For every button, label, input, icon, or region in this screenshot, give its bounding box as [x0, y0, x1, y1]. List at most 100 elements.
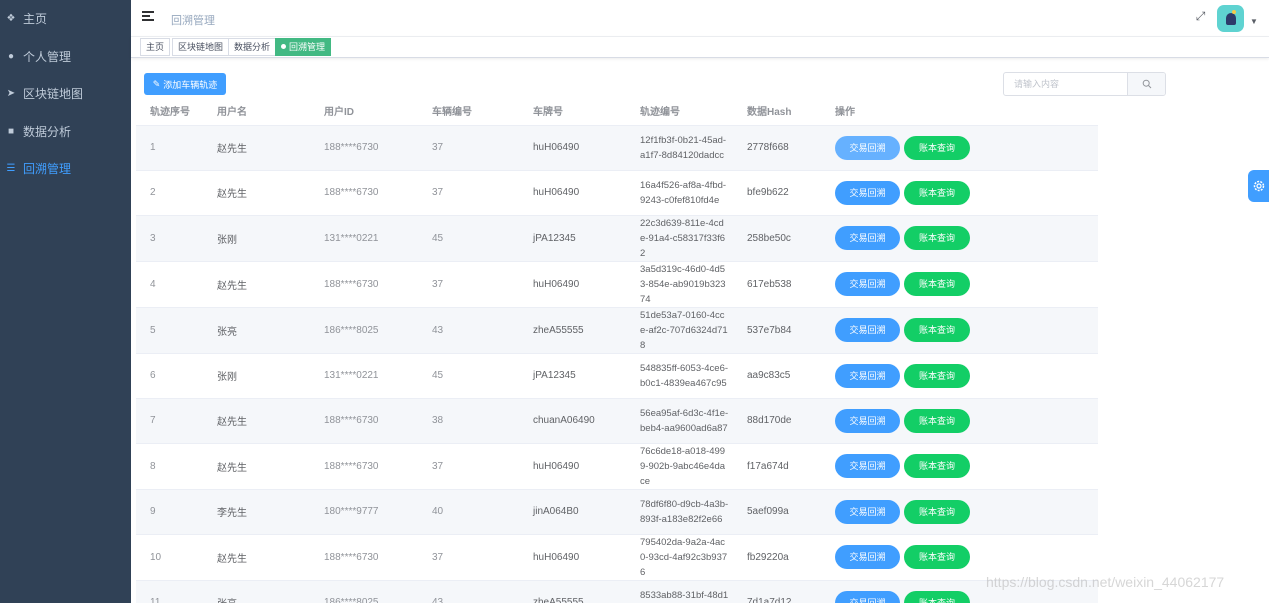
ledger-query-button[interactable]: 账本查询 [904, 590, 970, 603]
user-id-cell: 180****9777 [310, 489, 418, 535]
document-icon: ■ [7, 125, 15, 137]
user-id-cell: 186****8025 [310, 580, 418, 603]
ledger-query-button[interactable]: 账本查询 [904, 272, 970, 296]
tag-blockchain-map[interactable]: 区块链地图 [172, 38, 230, 56]
sidebar-item[interactable]: ➤ 区块链地图 [0, 75, 131, 113]
table-row: 6 张刚 131****0221 45 jPA12345 548835ff-6053-4c… [136, 353, 1098, 399]
username-cell: 赵先生 [203, 398, 310, 444]
add-button-label: 添加车辆轨迹 [163, 79, 218, 90]
trace-replay-button[interactable]: 交易回溯 [835, 590, 900, 603]
add-vehicle-track-button[interactable]: ✎ 添加车辆轨迹 [144, 73, 226, 95]
trace-table-wrapper: 轨迹序号 用户名 用户ID 车辆编号 车牌号 轨迹编号 数据Hash 操作 1赵… [136, 97, 1256, 603]
column-header: 数据Hash [733, 97, 821, 126]
plate-number-cell: jPA12345 [519, 215, 626, 262]
sidebar-item[interactable]: ■ 数据分析 [0, 113, 131, 151]
trace-replay-button[interactable]: 交易回溯 [835, 318, 900, 342]
track-id-cell: 51de53a7-0160-4cce-af2c-707d6324d718 [626, 307, 733, 354]
actions-cell: 交易回溯 账本查询 [821, 443, 1098, 490]
plate-number-cell: huH06490 [519, 443, 626, 490]
username-cell: 赵先生 [203, 261, 310, 308]
trace-index-cell: 11 [136, 580, 203, 603]
user-id-cell: 188****6730 [310, 261, 418, 308]
trace-index-cell: 4 [136, 261, 203, 308]
avatar[interactable] [1217, 5, 1244, 32]
trace-replay-button[interactable]: 交易回溯 [835, 499, 900, 524]
ledger-query-button[interactable]: 账本查询 [904, 408, 970, 433]
plate-number-cell: zheA55555 [519, 580, 626, 603]
list-icon: ☰ [6, 163, 16, 175]
sidebar-menu: ❖ 主页 ● 个人管理 ➤ 区块链地图 ■ 数据分析 ☰ 回溯管理 [0, 0, 131, 188]
sidebar-item-label: 回溯管理 [23, 162, 72, 177]
user-id-cell: 188****6730 [310, 170, 418, 216]
track-id-cell: 56ea95af-6d3c-4f1e-beb4-aa9600ad6a87 [626, 398, 733, 444]
tag-home[interactable]: 主页 [140, 38, 171, 56]
data-hash-cell: 88d170de [733, 398, 821, 444]
trace-replay-button[interactable]: 交易回溯 [835, 454, 900, 478]
ledger-query-button[interactable]: 账本查询 [904, 226, 970, 250]
caret-down-icon[interactable]: ▼ [1250, 17, 1258, 26]
ledger-query-button[interactable]: 账本查询 [904, 454, 970, 478]
username-cell: 赵先生 [203, 170, 310, 216]
sidebar-item[interactable]: ❖ 主页 [0, 0, 131, 38]
table-row: 10 赵先生 188****6730 37 huH06490 795402da-9a2a-… [136, 534, 1098, 581]
actions-cell: 交易回溯 账本查询 [821, 353, 1098, 399]
ledger-query-button[interactable]: 账本查询 [904, 180, 970, 205]
table-header-row: 轨迹序号 用户名 用户ID 车辆编号 车牌号 轨迹编号 数据Hash 操作 [136, 97, 1098, 126]
settings-button[interactable] [1248, 170, 1269, 202]
watermark: https://blog.csdn.net/weixin_44062177 [986, 574, 1225, 590]
table-row: 7 赵先生 188****6730 38 chuanA06490 56ea95af-6d3… [136, 398, 1098, 444]
username-cell: 张亮 [203, 580, 310, 603]
data-hash-cell: aa9c83c5 [733, 353, 821, 399]
data-hash-cell: 2778f668 [733, 125, 821, 171]
sidebar-item-label: 个人管理 [23, 49, 72, 64]
vehicle-number-cell: 37 [418, 170, 519, 216]
trace-index-cell: 6 [136, 353, 203, 399]
ledger-query-button[interactable]: 账本查询 [904, 499, 970, 524]
username-cell: 赵先生 [203, 125, 310, 171]
username-cell: 李先生 [203, 489, 310, 535]
trace-replay-button[interactable]: 交易回溯 [835, 408, 900, 433]
vehicle-number-cell: 37 [418, 261, 519, 308]
gear-icon [1253, 180, 1264, 192]
track-id-cell: 8533ab88-31bf-48d1- [626, 580, 733, 603]
fullscreen-icon[interactable]: ⤢ [1194, 10, 1207, 23]
user-id-cell: 131****0221 [310, 353, 418, 399]
vehicle-number-cell: 37 [418, 534, 519, 581]
plate-number-cell: huH06490 [519, 534, 626, 581]
search-input[interactable] [1004, 73, 1127, 95]
column-header: 车辆编号 [418, 97, 519, 126]
tag-data-analysis[interactable]: 数据分析 [228, 38, 277, 56]
username-cell: 张刚 [203, 353, 310, 399]
trace-index-cell: 7 [136, 398, 203, 444]
ledger-query-button[interactable]: 账本查询 [904, 363, 970, 388]
trace-replay-button[interactable]: 交易回溯 [835, 226, 900, 250]
ledger-query-button[interactable]: 账本查询 [904, 135, 970, 160]
data-hash-cell: 537e7b84 [733, 307, 821, 354]
hamburger-icon[interactable] [142, 11, 154, 23]
avatar-figure-icon [1225, 9, 1236, 25]
trace-replay-button[interactable]: 交易回溯 [835, 180, 900, 205]
sidebar-item[interactable]: ☰ 回溯管理 [0, 150, 131, 188]
sidebar-item-label: 区块链地图 [23, 87, 84, 102]
table-row: 11张亮186****802543zheA555558533ab88-31bf-… [136, 580, 1098, 603]
user-id-cell: 186****8025 [310, 307, 418, 354]
column-header: 用户名 [203, 97, 310, 126]
ledger-query-button[interactable]: 账本查询 [904, 318, 970, 342]
trace-replay-button[interactable]: 交易回溯 [835, 272, 900, 296]
track-id-cell: 3a5d319c-46d0-4d53-854e-ab9019b32374 [626, 261, 733, 308]
sidebar-item[interactable]: ● 个人管理 [0, 38, 131, 76]
track-id-cell: 795402da-9a2a-4ac0-93cd-4af92c3b9376 [626, 534, 733, 581]
trace-replay-button[interactable]: 交易回溯 [835, 135, 900, 160]
search-button[interactable] [1127, 73, 1165, 95]
table-row: 1 赵先生 188****6730 37 huH06490 12f1fb3f-0b21-4… [136, 125, 1098, 171]
ledger-query-button[interactable]: 账本查询 [904, 545, 970, 569]
search-box [1003, 72, 1166, 96]
plate-number-cell: zheA55555 [519, 307, 626, 354]
user-id-cell: 188****6730 [310, 125, 418, 171]
trace-replay-button[interactable]: 交易回溯 [835, 363, 900, 388]
vehicle-number-cell: 43 [418, 580, 519, 603]
tag-trace-management[interactable]: 回溯管理 [275, 38, 332, 56]
table-body: 1 赵先生 188****6730 37 huH06490 12f1fb3f-0b21-4… [136, 125, 1098, 603]
sidebar-item-label: 数据分析 [23, 124, 72, 139]
trace-replay-button[interactable]: 交易回溯 [835, 545, 900, 569]
